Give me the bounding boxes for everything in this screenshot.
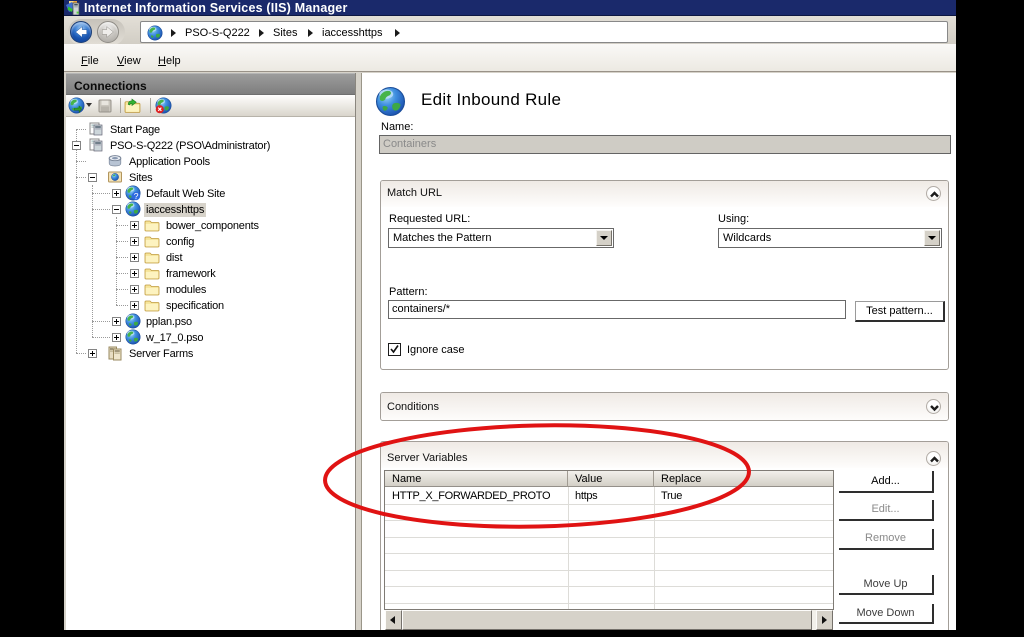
svg-text:?: ? [134,191,139,201]
